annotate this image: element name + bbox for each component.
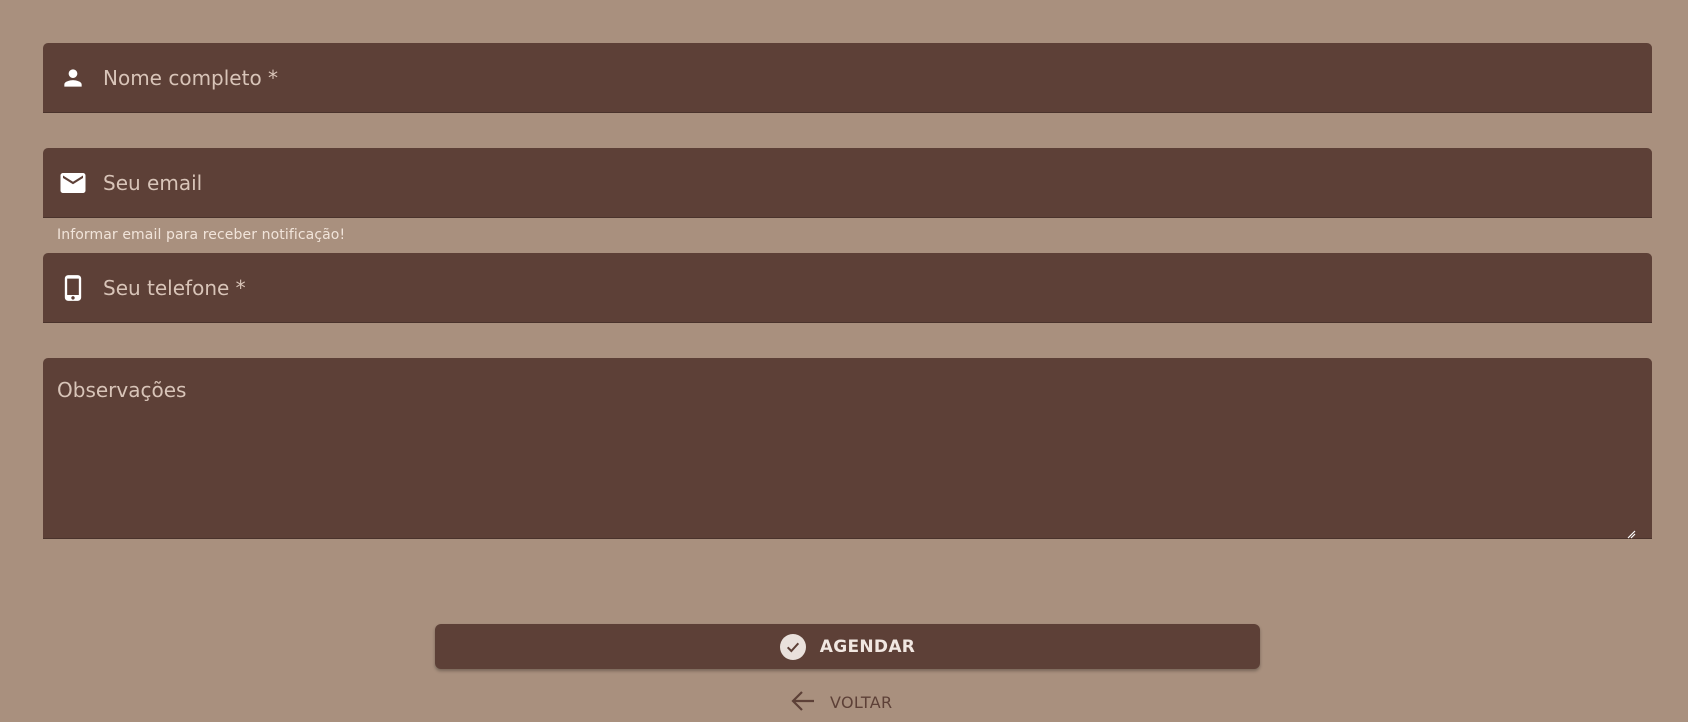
back-button-label: VOLTAR	[830, 692, 893, 712]
schedule-button-label: AGENDAR	[819, 636, 916, 657]
arrow-left-icon	[790, 689, 816, 716]
resize-handle-icon[interactable]	[1626, 524, 1636, 539]
notes-textarea[interactable]	[57, 378, 1636, 524]
appointment-form: Informar email para receber notificação!…	[0, 0, 1688, 722]
person-icon	[57, 62, 89, 94]
smartphone-icon	[57, 272, 89, 304]
phone-field[interactable]	[43, 253, 1652, 323]
notes-field[interactable]	[43, 358, 1652, 539]
name-field[interactable]	[43, 43, 1652, 113]
schedule-button[interactable]: AGENDAR	[435, 624, 1260, 669]
email-field[interactable]	[43, 148, 1652, 218]
back-button[interactable]: VOLTAR	[790, 688, 892, 716]
check-circle-icon	[779, 633, 806, 660]
name-input[interactable]	[103, 43, 1636, 112]
email-hint: Informar email para receber notificação!	[57, 227, 346, 243]
email-input[interactable]	[103, 148, 1636, 217]
phone-input[interactable]	[103, 253, 1636, 322]
email-icon	[57, 167, 89, 199]
